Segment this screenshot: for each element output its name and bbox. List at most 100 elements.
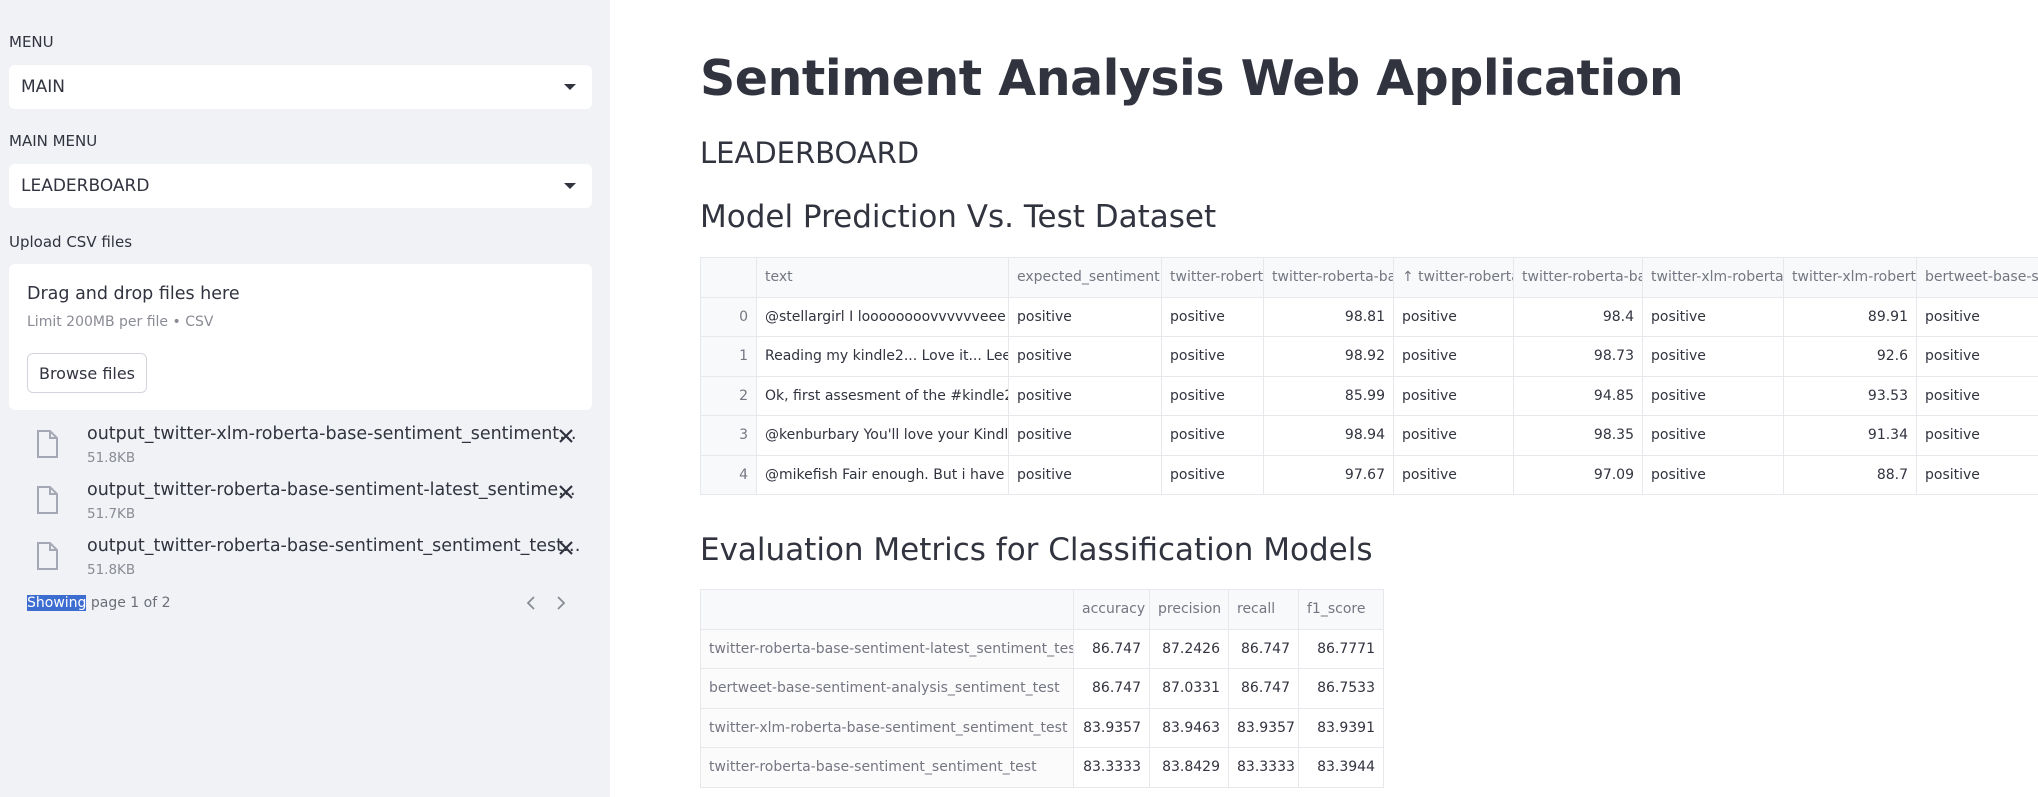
table-cell[interactable]: positive <box>1642 415 1784 456</box>
column-header[interactable]: text <box>756 257 1009 298</box>
table-cell[interactable]: 94.85 <box>1513 375 1643 416</box>
row-header-cell[interactable]: 2 <box>700 375 757 416</box>
table-cell[interactable]: positive <box>1161 454 1264 495</box>
main-menu-select[interactable]: LEADERBOARD <box>9 164 592 208</box>
table-cell[interactable]: 91.34 <box>1783 415 1917 456</box>
table-cell[interactable]: 98.4 <box>1513 296 1643 337</box>
table-cell[interactable]: positive <box>1393 296 1514 337</box>
table-cell[interactable]: 86.7533 <box>1298 668 1384 709</box>
table-cell[interactable]: 83.9357 <box>1228 707 1299 748</box>
table-cell[interactable]: 86.747 <box>1073 668 1150 709</box>
table-cell[interactable]: positive <box>1642 296 1784 337</box>
table-cell[interactable]: 93.53 <box>1783 375 1917 416</box>
chevron-right-icon[interactable] <box>551 594 569 612</box>
table-cell[interactable]: positive <box>1161 375 1264 416</box>
prediction-table[interactable]: text expected_sentiment twitter-roberta twi… <box>700 257 2038 495</box>
table-cell[interactable]: 98.73 <box>1513 336 1643 377</box>
column-header[interactable]: bertweet-base-se <box>1916 257 2038 298</box>
table-cell[interactable]: 98.81 <box>1263 296 1394 337</box>
table-cell[interactable]: 86.747 <box>1073 628 1150 669</box>
column-header[interactable]: recall <box>1228 589 1299 630</box>
table-cell[interactable]: 87.0331 <box>1149 668 1229 709</box>
table-cell[interactable]: positive <box>1642 336 1784 377</box>
table-cell[interactable]: 85.99 <box>1263 375 1394 416</box>
table-cell[interactable]: 97.09 <box>1513 454 1643 495</box>
table-cell[interactable]: 97.67 <box>1263 454 1394 495</box>
table-cell[interactable]: 83.9463 <box>1149 707 1229 748</box>
row-header-cell[interactable]: 0 <box>700 296 757 337</box>
row-header-cell[interactable]: twitter-xlm-roberta-base-sentiment_senti… <box>700 707 1074 748</box>
table-cell[interactable]: positive <box>1008 296 1162 337</box>
table-row: 2 Ok, first assesment of the #kindle2 ...… <box>700 375 2038 416</box>
browse-files-button[interactable]: Browse files <box>27 353 147 393</box>
column-header[interactable]: twitter-xlm-roberta- <box>1642 257 1784 298</box>
column-header[interactable] <box>700 257 757 298</box>
table-cell[interactable]: 83.3333 <box>1228 747 1299 788</box>
row-header-cell[interactable]: 3 <box>700 415 757 456</box>
table-cell[interactable]: positive <box>1008 454 1162 495</box>
table-cell[interactable]: 87.2426 <box>1149 628 1229 669</box>
column-header[interactable]: f1_score <box>1298 589 1384 630</box>
row-header-cell[interactable]: 4 <box>700 454 757 495</box>
close-icon[interactable] <box>554 536 578 560</box>
chevron-left-icon[interactable] <box>523 594 541 612</box>
table-cell[interactable]: 86.747 <box>1228 628 1299 669</box>
table-cell[interactable]: positive <box>1008 375 1162 416</box>
column-header[interactable]: precision <box>1149 589 1229 630</box>
row-header-cell[interactable]: bertweet-base-sentiment-analysis_sentime… <box>700 668 1074 709</box>
table-cell[interactable]: 83.3944 <box>1298 747 1384 788</box>
table-cell[interactable]: 92.6 <box>1783 336 1917 377</box>
column-header[interactable] <box>700 589 1074 630</box>
column-header[interactable]: expected_sentiment <box>1008 257 1162 298</box>
table-cell[interactable]: positive <box>1393 336 1514 377</box>
table-cell[interactable]: positive <box>1916 336 2038 377</box>
table-cell[interactable]: positive <box>1393 375 1514 416</box>
table-cell[interactable]: 89.91 <box>1783 296 1917 337</box>
table-cell[interactable]: Ok, first assesment of the #kindle2 ... <box>756 375 1009 416</box>
table-cell[interactable]: 98.94 <box>1263 415 1394 456</box>
table-cell[interactable]: 83.9391 <box>1298 707 1384 748</box>
table-cell[interactable]: 98.92 <box>1263 336 1394 377</box>
table-cell[interactable]: 83.9357 <box>1073 707 1150 748</box>
close-icon[interactable] <box>554 480 578 504</box>
table-cell[interactable]: 86.747 <box>1228 668 1299 709</box>
table-cell[interactable]: positive <box>1642 375 1784 416</box>
file-dropzone[interactable]: Drag and drop files here Limit 200MB per… <box>9 264 592 410</box>
table-cell[interactable]: positive <box>1916 296 2038 337</box>
table-cell[interactable]: positive <box>1393 415 1514 456</box>
leaderboard-heading: LEADERBOARD <box>700 136 920 170</box>
table-cell[interactable]: positive <box>1008 415 1162 456</box>
row-header-cell[interactable]: 1 <box>700 336 757 377</box>
column-header[interactable]: twitter-xlm-roberta <box>1783 257 1917 298</box>
column-header[interactable]: twitter-roberta-bas <box>1263 257 1394 298</box>
table-cell[interactable]: positive <box>1161 296 1264 337</box>
table-cell[interactable]: positive <box>1916 375 2038 416</box>
table-cell[interactable]: 98.35 <box>1513 415 1643 456</box>
table-cell[interactable]: @kenburbary You'll love your Kindle2 <box>756 415 1009 456</box>
column-header[interactable]: twitter-roberta <box>1161 257 1264 298</box>
table-cell[interactable]: @stellargirl I loooooooovvvvvveee m <box>756 296 1009 337</box>
table-cell[interactable]: positive <box>1008 336 1162 377</box>
menu-select[interactable]: MAIN <box>9 65 592 109</box>
table-cell[interactable]: 83.3333 <box>1073 747 1150 788</box>
table-cell[interactable]: positive <box>1642 454 1784 495</box>
close-icon[interactable] <box>554 424 578 448</box>
row-header-cell[interactable]: twitter-roberta-base-sentiment_sentiment… <box>700 747 1074 788</box>
column-header[interactable]: accuracy <box>1073 589 1150 630</box>
table-cell[interactable]: 83.8429 <box>1149 747 1229 788</box>
table-cell[interactable]: 86.7771 <box>1298 628 1384 669</box>
table-cell[interactable]: 88.7 <box>1783 454 1917 495</box>
uploaded-file: output_twitter-roberta-base-sentiment-la… <box>30 480 590 532</box>
table-cell[interactable]: Reading my kindle2... Love it... Lee cl <box>756 336 1009 377</box>
table-cell[interactable]: positive <box>1161 415 1264 456</box>
table-cell[interactable]: positive <box>1916 415 2038 456</box>
table-cell[interactable]: @mikefish Fair enough. But i have th <box>756 454 1009 495</box>
metrics-table[interactable]: accuracy precision recall f1_score twitter-… <box>700 589 1384 788</box>
table-cell[interactable]: positive <box>1393 454 1514 495</box>
table-cell[interactable]: positive <box>1161 336 1264 377</box>
table-cell[interactable]: positive <box>1916 454 2038 495</box>
page-title: Sentiment Analysis Web Application <box>700 50 1684 107</box>
column-header[interactable]: twitter-roberta-ba <box>1513 257 1643 298</box>
column-header[interactable]: ↑ twitter-roberta <box>1393 257 1514 298</box>
row-header-cell[interactable]: twitter-roberta-base-sentiment-latest_se… <box>700 628 1074 669</box>
